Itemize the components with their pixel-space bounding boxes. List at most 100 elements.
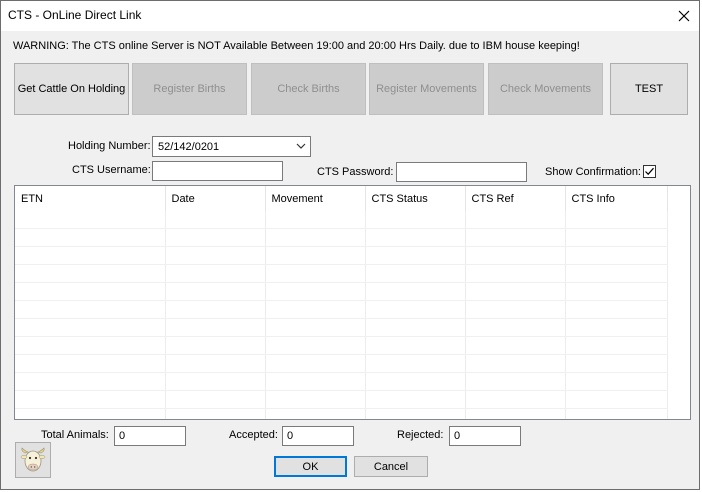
table-cell[interactable] <box>565 282 668 301</box>
table-cell[interactable] <box>165 318 266 337</box>
check-movements-button[interactable]: Check Movements <box>488 63 603 115</box>
table-cell[interactable] <box>365 390 466 409</box>
table-cell[interactable] <box>365 282 466 301</box>
table-cell[interactable] <box>365 372 466 391</box>
table-cell[interactable] <box>165 354 266 373</box>
table-cell[interactable] <box>15 408 166 419</box>
table-cell[interactable] <box>265 300 366 319</box>
column-header-cts-info[interactable]: CTS Info <box>565 186 668 211</box>
table-cell[interactable] <box>465 300 566 319</box>
column-header-cts-ref[interactable]: CTS Ref <box>465 186 566 211</box>
table-cell[interactable] <box>15 318 166 337</box>
cancel-button[interactable]: Cancel <box>354 456 428 477</box>
table-cell[interactable] <box>465 228 566 247</box>
table-cell[interactable] <box>15 211 166 229</box>
table-cell[interactable] <box>265 318 366 337</box>
table-cell[interactable] <box>265 264 366 283</box>
table-cell[interactable] <box>365 246 466 265</box>
table-cell[interactable] <box>465 246 566 265</box>
table-cell[interactable] <box>15 336 166 355</box>
table-cell[interactable] <box>165 408 266 419</box>
get-cattle-button[interactable]: Get Cattle On Holding <box>14 63 129 115</box>
table-row[interactable] <box>15 318 668 337</box>
cts-username-field[interactable] <box>152 161 283 181</box>
table-cell[interactable] <box>365 228 466 247</box>
table-cell[interactable] <box>165 372 266 391</box>
table-cell[interactable] <box>15 228 166 247</box>
table-cell[interactable] <box>265 211 366 229</box>
check-births-button[interactable]: Check Births <box>251 63 366 115</box>
table-cell[interactable] <box>465 282 566 301</box>
table-cell[interactable] <box>15 354 166 373</box>
cow-button[interactable] <box>15 442 51 478</box>
table-cell[interactable] <box>565 354 668 373</box>
column-header-movement[interactable]: Movement <box>265 186 366 211</box>
table-cell[interactable] <box>565 211 668 229</box>
table-row[interactable] <box>15 228 668 247</box>
table-cell[interactable] <box>365 336 466 355</box>
table-cell[interactable] <box>365 211 466 229</box>
table-cell[interactable] <box>365 264 466 283</box>
table-cell[interactable] <box>565 300 668 319</box>
table-cell[interactable] <box>165 228 266 247</box>
table-cell[interactable] <box>165 300 266 319</box>
table-cell[interactable] <box>565 408 668 419</box>
table-cell[interactable] <box>465 408 566 419</box>
column-header-date[interactable]: Date <box>165 186 266 211</box>
table-row[interactable] <box>15 390 668 409</box>
table-cell[interactable] <box>565 264 668 283</box>
test-button[interactable]: TEST <box>610 63 688 115</box>
table-cell[interactable] <box>465 390 566 409</box>
table-cell[interactable] <box>165 211 266 229</box>
cts-password-field[interactable] <box>396 162 527 182</box>
table-row[interactable] <box>15 372 668 391</box>
table-row[interactable] <box>15 264 668 283</box>
table-cell[interactable] <box>15 264 166 283</box>
close-button[interactable] <box>669 1 699 31</box>
register-movements-button[interactable]: Register Movements <box>369 63 484 115</box>
table-cell[interactable] <box>265 282 366 301</box>
table-cell[interactable] <box>165 264 266 283</box>
table-cell[interactable] <box>165 282 266 301</box>
register-births-button[interactable]: Register Births <box>132 63 247 115</box>
table-cell[interactable] <box>15 300 166 319</box>
table-cell[interactable] <box>565 318 668 337</box>
table-cell[interactable] <box>15 282 166 301</box>
column-header-etn[interactable]: ETN <box>15 186 166 211</box>
column-header-cts-status[interactable]: CTS Status <box>365 186 466 211</box>
table-cell[interactable] <box>265 228 366 247</box>
table-cell[interactable] <box>465 264 566 283</box>
accepted-field[interactable] <box>282 426 354 446</box>
table-cell[interactable] <box>265 408 366 419</box>
table-cell[interactable] <box>265 354 366 373</box>
table-cell[interactable] <box>565 372 668 391</box>
table-row[interactable] <box>15 282 668 301</box>
table-cell[interactable] <box>265 336 366 355</box>
table-row[interactable] <box>15 300 668 319</box>
table-row[interactable] <box>15 354 668 373</box>
show-confirmation-checkbox[interactable] <box>643 165 656 178</box>
ok-button[interactable]: OK <box>274 456 347 477</box>
table-cell[interactable] <box>365 300 466 319</box>
table-cell[interactable] <box>265 390 366 409</box>
table-cell[interactable] <box>15 372 166 391</box>
rejected-field[interactable] <box>449 426 521 446</box>
table-row[interactable] <box>15 246 668 265</box>
table-cell[interactable] <box>15 246 166 265</box>
table-cell[interactable] <box>565 228 668 247</box>
table-cell[interactable] <box>465 372 566 391</box>
table-cell[interactable] <box>465 354 566 373</box>
table-cell[interactable] <box>265 246 366 265</box>
table-cell[interactable] <box>165 336 266 355</box>
table-cell[interactable] <box>165 246 266 265</box>
holding-number-select[interactable]: 52/142/0201 <box>152 136 311 157</box>
table-cell[interactable] <box>365 408 466 419</box>
table-cell[interactable] <box>365 318 466 337</box>
table-cell[interactable] <box>465 211 566 229</box>
table-cell[interactable] <box>465 318 566 337</box>
table-cell[interactable] <box>15 390 166 409</box>
table-cell[interactable] <box>465 336 566 355</box>
table-cell[interactable] <box>565 246 668 265</box>
table-cell[interactable] <box>265 372 366 391</box>
table-row[interactable] <box>15 336 668 355</box>
